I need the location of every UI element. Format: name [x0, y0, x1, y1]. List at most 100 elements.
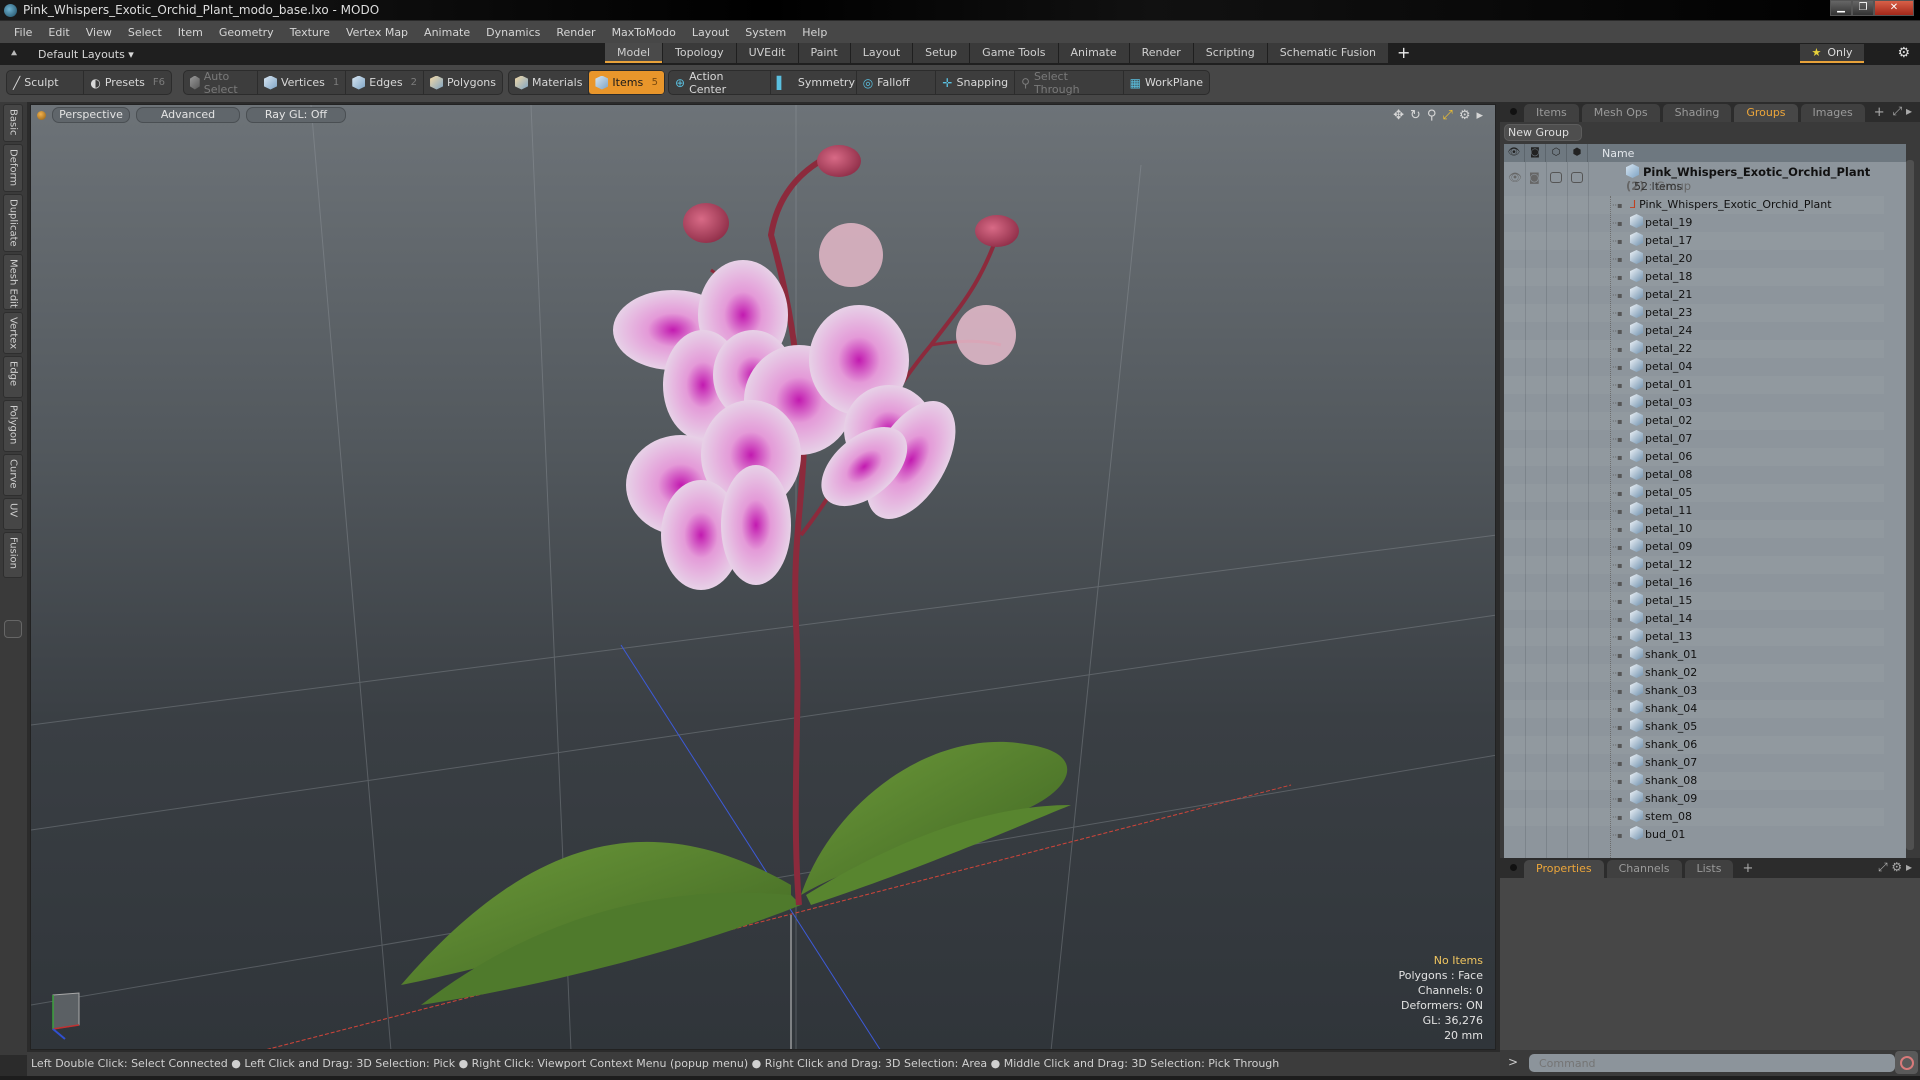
layout-tab-model[interactable]: Model [605, 43, 663, 63]
group-item-row[interactable]: ··▪ bud_01 [1504, 826, 1884, 844]
properties-tab-properties[interactable]: Properties [1524, 860, 1604, 878]
left-tab-vertex[interactable]: Vertex [3, 312, 23, 354]
panel-expand-controls[interactable]: ⤢ ▸ [1893, 104, 1912, 119]
layout-tab-paint[interactable]: Paint [798, 43, 850, 63]
group-item-row[interactable]: ··▪ shank_03 [1504, 682, 1884, 700]
new-group-button[interactable]: New Group [1504, 124, 1582, 141]
3d-viewport[interactable]: Perspective Advanced Ray GL: Off ✥ ↻ ⚲ ⤢… [30, 104, 1496, 1050]
layout-tab-animate[interactable]: Animate [1058, 43, 1129, 63]
rotate-icon[interactable]: ↻ [1410, 108, 1421, 123]
properties-options-dot[interactable] [1510, 864, 1517, 871]
group-item-row[interactable]: ··▪ petal_19 [1504, 214, 1884, 232]
group-item-row[interactable]: ··▪ shank_01 [1504, 646, 1884, 664]
left-tab-basic[interactable]: Basic [3, 104, 23, 142]
edges-button[interactable]: Edges 2 [346, 71, 425, 94]
group-item-row[interactable]: ··▪ petal_16 [1504, 574, 1884, 592]
group-item-row[interactable]: ··▪ petal_03 [1504, 394, 1884, 412]
menu-system[interactable]: System [737, 26, 794, 39]
viewport-gear-icon[interactable]: ⚙ [1459, 108, 1471, 123]
group-item-row[interactable]: ··▪ petal_23 [1504, 304, 1884, 322]
action-center-button[interactable]: ⊕ Action Center [669, 70, 771, 96]
default-layouts-dropdown[interactable]: Default Layouts ▾ [38, 48, 134, 61]
only-button[interactable]: ★ Only [1800, 44, 1864, 63]
group-item-row[interactable]: ··▪ petal_18 [1504, 268, 1884, 286]
record-macro-button[interactable] [1895, 1051, 1918, 1074]
panel-tab-images[interactable]: Images [1800, 104, 1865, 122]
group-root-row[interactable]: 👁 ◙ Pink_Whispers_Exotic_Orchid_Plant (2… [1504, 162, 1884, 196]
vertices-button[interactable]: Vertices 1 [258, 71, 347, 94]
layout-tab-topology[interactable]: Topology [663, 43, 736, 63]
left-tab-duplicate[interactable]: Duplicate [3, 194, 23, 252]
tree-scrollbar[interactable] [1906, 160, 1914, 850]
group-item-row[interactable]: ··▪ petal_08 [1504, 466, 1884, 484]
items-button[interactable]: Items 5 [589, 71, 664, 94]
group-item-row[interactable]: ··▪ shank_09 [1504, 790, 1884, 808]
visibility-column-eye-icon[interactable]: 👁 [1504, 144, 1525, 162]
snapping-button[interactable]: ✛ Snapping [936, 71, 1016, 94]
maximize-icon[interactable]: ⤢ [1442, 108, 1452, 123]
left-tab-curve[interactable]: Curve [3, 454, 23, 496]
panel-tab-groups[interactable]: Groups [1734, 104, 1798, 122]
pan-icon[interactable]: ✥ [1393, 108, 1404, 123]
group-item-row[interactable]: ··▪ petal_05 [1504, 484, 1884, 502]
group-item-row[interactable]: ··▪ shank_04 [1504, 700, 1884, 718]
group-lock-toggle[interactable] [1550, 172, 1562, 183]
group-item-row[interactable]: ··▪ petal_15 [1504, 592, 1884, 610]
menu-vertex-map[interactable]: Vertex Map [338, 26, 416, 39]
locator-row[interactable]: ··▪ ⅃ Pink_Whispers_Exotic_Orchid_Plant [1504, 196, 1884, 214]
name-column-header[interactable]: Name [1588, 147, 1634, 160]
gear-icon[interactable]: ⚙ [1897, 45, 1910, 61]
properties-tab-lists[interactable]: Lists [1684, 860, 1734, 878]
group-item-row[interactable]: ··▪ shank_05 [1504, 718, 1884, 736]
group-select-toggle[interactable] [1571, 172, 1583, 183]
left-tab-uv[interactable]: UV [3, 498, 23, 530]
menu-help[interactable]: Help [794, 26, 835, 39]
group-item-row[interactable]: ··▪ petal_20 [1504, 250, 1884, 268]
viewport-options-dot[interactable] [37, 110, 46, 120]
menu-select[interactable]: Select [120, 26, 170, 39]
polygons-button[interactable]: Polygons [424, 71, 502, 94]
symmetry-button[interactable]: ▌ Symmetry [771, 71, 857, 94]
properties-add-tab-button[interactable]: + [1736, 860, 1759, 878]
group-render-camera-icon[interactable]: ◙ [1529, 171, 1540, 184]
sculpt-button[interactable]: ╱ Sculpt [7, 71, 85, 94]
lock-column-icon[interactable]: ⬡ [1546, 144, 1567, 162]
menu-layout[interactable]: Layout [684, 26, 737, 39]
left-tab-fusion[interactable]: Fusion [3, 532, 23, 578]
raygl-button[interactable]: Ray GL: Off [246, 107, 346, 123]
group-item-row[interactable]: ··▪ petal_09 [1504, 538, 1884, 556]
toolbox-toggle-button[interactable] [4, 620, 22, 638]
materials-button[interactable]: Materials [509, 71, 590, 94]
restore-button[interactable]: ❐ [1852, 0, 1874, 16]
menu-file[interactable]: File [6, 26, 40, 39]
menu-edit[interactable]: Edit [40, 26, 77, 39]
left-tab-mesh-edit[interactable]: Mesh Edit [3, 254, 23, 310]
group-item-row[interactable]: ··▪ petal_10 [1504, 520, 1884, 538]
panel-add-tab-button[interactable]: + [1868, 104, 1891, 122]
render-column-camera-icon[interactable]: ◙ [1525, 144, 1546, 162]
menu-animate[interactable]: Animate [416, 26, 478, 39]
group-item-row[interactable]: ··▪ petal_24 [1504, 322, 1884, 340]
menu-maxtomodo[interactable]: MaxToModo [604, 26, 684, 39]
workplane-button[interactable]: ▦ WorkPlane [1124, 71, 1209, 94]
select-through-button[interactable]: ⚲ Select Through [1015, 70, 1124, 96]
group-item-row[interactable]: ··▪ shank_08 [1504, 772, 1884, 790]
auto-select-button[interactable]: Auto Select [184, 70, 258, 96]
view-mode-button[interactable]: Perspective [52, 107, 130, 123]
panel-tab-items[interactable]: Items [1524, 104, 1579, 122]
group-item-row[interactable]: ··▪ petal_13 [1504, 628, 1884, 646]
left-tab-deform[interactable]: Deform [3, 144, 23, 192]
layout-tab-schematic-fusion[interactable]: Schematic Fusion [1267, 43, 1389, 63]
group-item-row[interactable]: ··▪ petal_04 [1504, 358, 1884, 376]
layout-tab-render[interactable]: Render [1129, 43, 1193, 63]
menu-view[interactable]: View [78, 26, 120, 39]
shading-mode-button[interactable]: Advanced [136, 107, 240, 123]
command-input[interactable] [1529, 1054, 1895, 1072]
group-item-row[interactable]: ··▪ petal_14 [1504, 610, 1884, 628]
falloff-button[interactable]: ◎ Falloff [857, 71, 937, 94]
panel-tab-shading[interactable]: Shading [1662, 104, 1732, 122]
group-item-row[interactable]: ··▪ petal_07 [1504, 430, 1884, 448]
group-item-row[interactable]: ··▪ petal_01 [1504, 376, 1884, 394]
group-item-row[interactable]: ··▪ shank_07 [1504, 754, 1884, 772]
close-button[interactable]: ✕ [1874, 0, 1914, 16]
